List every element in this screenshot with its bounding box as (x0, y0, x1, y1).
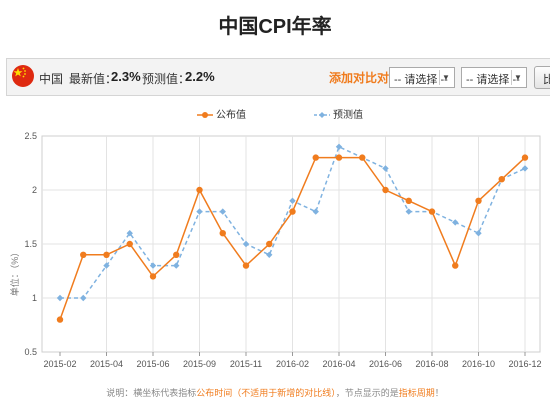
latest-value-label: 最新值： (69, 72, 118, 86)
actual-point[interactable] (521, 154, 529, 161)
page-title: 中国CPI年率 (218, 16, 332, 38)
forecast-point[interactable] (149, 262, 157, 269)
forecast-point[interactable] (521, 165, 529, 172)
cpi-line-chart: 公布值 预测值 单位：（%） 0.5 1 1.5 2 2.5 2015-02 2015-04… (9, 108, 542, 369)
forecast-point[interactable] (335, 143, 343, 150)
actual-point[interactable] (452, 262, 459, 269)
actual-point[interactable] (196, 186, 203, 194)
actual-point[interactable] (266, 240, 273, 248)
x-tick-label: 2015-06 (136, 359, 169, 369)
legend-label-forecast: 预测值 (333, 108, 363, 121)
actual-point[interactable] (335, 154, 343, 161)
footnote-part-5: 指标周期 (398, 388, 435, 398)
actual-point[interactable] (428, 208, 436, 215)
forecast-point[interactable] (405, 208, 412, 215)
legend-label-actual: 公布值 (216, 108, 246, 121)
latest-value: 2.3% (111, 69, 141, 84)
forecast-point[interactable] (266, 251, 273, 258)
actual-point[interactable] (498, 176, 505, 183)
forecast-point[interactable] (56, 294, 64, 302)
x-tick-label: 2015-02 (43, 359, 76, 369)
forecast-point[interactable] (80, 294, 87, 302)
x-tick-label: 2016-08 (415, 359, 448, 369)
x-tick-label: 2016-06 (369, 359, 402, 369)
legend-item-actual[interactable]: 公布值 (197, 108, 246, 121)
y-tick-label: 1 (32, 293, 37, 303)
actual-point[interactable] (475, 197, 482, 204)
actual-point[interactable] (382, 186, 389, 194)
actual-point[interactable] (103, 251, 110, 258)
x-tick-label: 2016-02 (276, 359, 309, 369)
forecast-point[interactable] (173, 262, 180, 269)
forecast-point[interactable] (242, 240, 250, 248)
actual-point[interactable] (312, 154, 319, 161)
legend-item-forecast[interactable]: 预测值 (314, 108, 363, 121)
actual-point[interactable] (405, 197, 412, 204)
chart-legend: 公布值 预测值 (197, 108, 363, 121)
actual-point[interactable] (242, 262, 250, 269)
china-flag-icon (12, 65, 34, 87)
compare-button[interactable]: 比较 (534, 66, 550, 89)
actual-point[interactable] (149, 273, 157, 280)
x-tick-label: 2016-10 (462, 359, 495, 369)
actual-point[interactable] (173, 251, 180, 258)
x-tick-label: 2015-11 (230, 359, 262, 369)
y-axis-title: 单位：（%） (9, 248, 20, 297)
forecast-point[interactable] (382, 165, 389, 172)
x-tick-label: 2016-12 (508, 359, 541, 369)
chart-footnote: 说明：横坐标代表指标公布时间（不适用于新增的对比线），节点显示的是指标周期！ (0, 386, 550, 399)
forecast-value: 2.2% (185, 69, 215, 84)
indicator-toolbar: 中国 最新值： 2.3% 预测值： 2.2% 添加对比对象： -- 请选择 --… (6, 58, 550, 96)
country-name: 中国 (39, 72, 64, 86)
forecast-point[interactable] (219, 208, 226, 215)
actual-point[interactable] (289, 208, 296, 215)
actual-point[interactable] (219, 230, 226, 237)
forecast-point[interactable] (312, 208, 319, 215)
compare-select-2[interactable]: -- 请选择 -- ▼ (461, 67, 527, 88)
actual-point[interactable] (80, 251, 87, 258)
footnote-part-4: ，节点显示的是 (335, 388, 399, 398)
x-tick-label: 2016-04 (322, 359, 355, 369)
x-tick-label: 2015-04 (90, 359, 123, 369)
y-tick-label: 2.5 (24, 131, 37, 141)
chevron-down-icon: ▼ (511, 70, 524, 85)
x-tick-label: 2015-09 (183, 359, 216, 369)
chevron-down-icon: ▼ (439, 70, 452, 85)
actual-point[interactable] (56, 316, 64, 323)
actual-point[interactable] (126, 240, 133, 248)
compare-select-1[interactable]: -- 请选择 -- ▼ (389, 67, 455, 88)
y-tick-label: 1.5 (24, 239, 37, 249)
forecast-point[interactable] (196, 208, 203, 215)
actual-point[interactable] (359, 154, 366, 161)
forecast-point[interactable] (452, 219, 459, 226)
forecast-point[interactable] (475, 230, 482, 237)
forecast-value-label: 预测值： (142, 72, 191, 86)
y-tick-label: 0.5 (24, 347, 37, 357)
forecast-point[interactable] (289, 197, 296, 204)
y-tick-label: 2 (32, 185, 37, 195)
footnote-part-1: 说明：横坐标代表指标 (106, 388, 197, 398)
footnote-part-6: ！ (434, 388, 444, 398)
footnote-part-2: 公布时间 (196, 388, 233, 398)
footnote-part-3: （不适用于新增的对比线） (232, 388, 336, 398)
